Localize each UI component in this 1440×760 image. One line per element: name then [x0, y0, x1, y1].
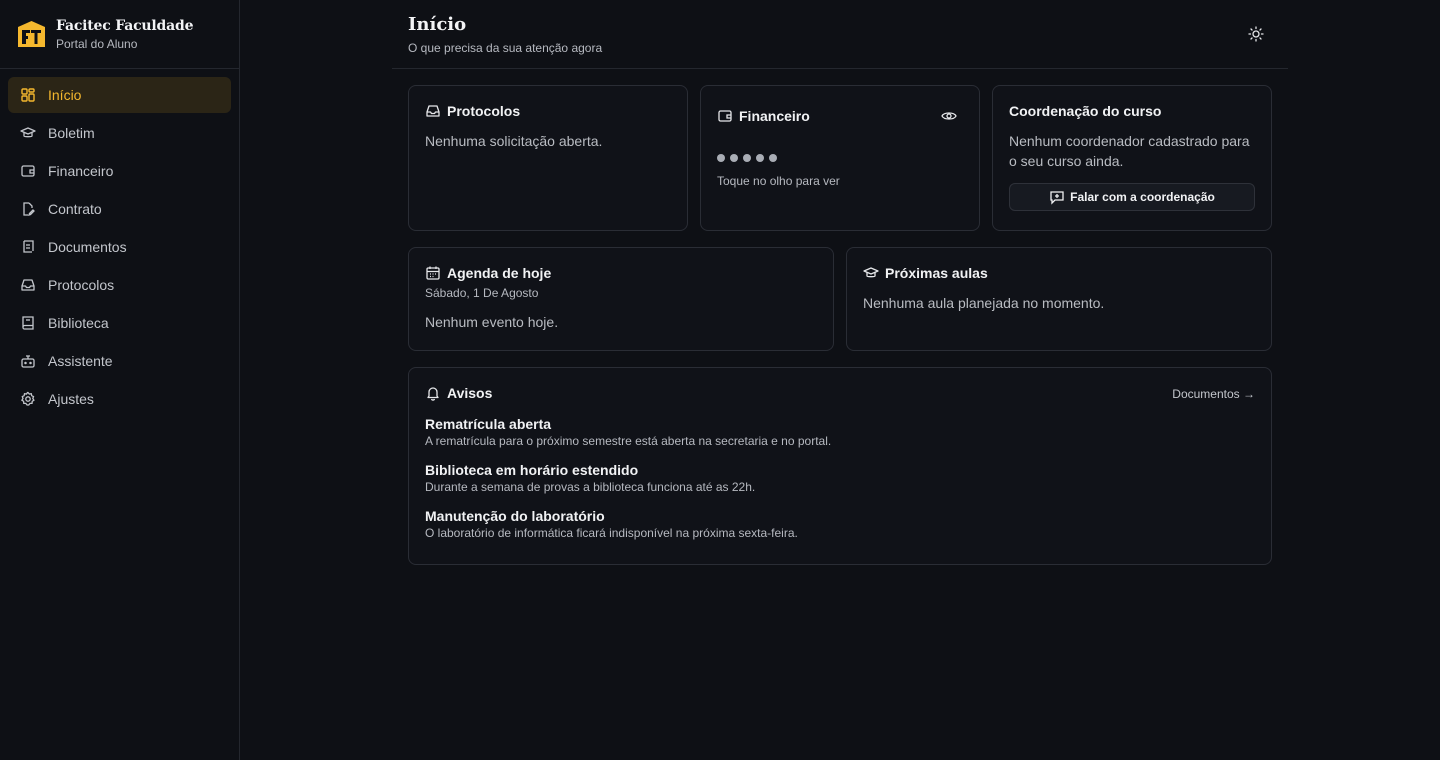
sun-icon — [1248, 26, 1264, 42]
eye-icon — [941, 108, 957, 124]
sidebar-item-label: Contrato — [48, 201, 102, 217]
contact-coordination-button[interactable]: Falar com a coordenação — [1009, 183, 1255, 211]
financeiro-card[interactable]: Financeiro Toque no olho para ver — [700, 85, 980, 231]
aviso-title: Rematrícula aberta — [425, 416, 552, 432]
graduation-cap-icon — [20, 125, 36, 141]
aviso-title: Biblioteca em horário estendido — [425, 462, 639, 478]
sidebar: Facitec Faculdade Portal do Aluno Início… — [0, 0, 240, 760]
protocolos-card[interactable]: Protocolos Nenhuma solicitação aberta. — [408, 85, 688, 231]
scroll-icon — [20, 239, 36, 255]
button-label: Falar com a coordenação — [1070, 190, 1215, 204]
brand[interactable]: Facitec Faculdade Portal do Aluno — [0, 0, 239, 69]
sidebar-item-protocolos[interactable]: Protocolos — [8, 267, 231, 303]
mask-dot — [756, 154, 764, 162]
mask-dot — [769, 154, 777, 162]
theme-toggle-button[interactable] — [1246, 24, 1266, 44]
sidebar-item-label: Boletim — [48, 125, 95, 141]
masked-balance — [717, 154, 963, 162]
inbox-icon — [20, 277, 36, 293]
aviso-item[interactable]: Biblioteca em horário estendido Durante … — [425, 462, 1255, 494]
bot-icon — [20, 353, 36, 369]
proximas-aulas-card[interactable]: Próximas aulas Nenhuma aula planejada no… — [846, 247, 1272, 351]
aviso-text: Durante a semana de provas a biblioteca … — [425, 480, 756, 494]
sidebar-item-label: Financeiro — [48, 163, 114, 179]
card-text: Nenhum coordenador cadastrado para o seu… — [1009, 133, 1250, 169]
aviso-item[interactable]: Rematrícula aberta A rematrícula para o … — [425, 416, 1255, 448]
wallet-icon — [20, 163, 36, 179]
aviso-text: O laboratório de informática ficará indi… — [425, 526, 798, 540]
aviso-item[interactable]: Manutenção do laboratório O laboratório … — [425, 508, 1255, 540]
sidebar-item-contrato[interactable]: Contrato — [8, 191, 231, 227]
graduation-cap-icon — [863, 265, 879, 281]
sidebar-item-label: Início — [48, 87, 82, 103]
sidebar-nav: Início Boletim Financeiro Contrato Docum… — [0, 69, 239, 427]
card-title: Financeiro — [739, 108, 810, 124]
card-hint: Toque no olho para ver — [717, 174, 840, 188]
sidebar-item-ajustes[interactable]: Ajustes — [8, 381, 231, 417]
mask-dot — [730, 154, 738, 162]
avisos-card: Avisos Documentos → Rematrícula aberta A… — [408, 367, 1272, 565]
card-title: Próximas aulas — [885, 265, 988, 281]
sidebar-item-inicio[interactable]: Início — [8, 77, 231, 113]
sidebar-item-label: Protocolos — [48, 277, 115, 293]
eye-toggle-button[interactable] — [941, 108, 957, 124]
agenda-card[interactable]: Agenda de hoje Sábado, 1 De Agosto Nenhu… — [408, 247, 834, 351]
card-title: Protocolos — [447, 103, 521, 119]
card-text: Nenhum evento hoje. — [425, 314, 559, 330]
page-subtitle: O que precisa da sua atenção agora — [408, 41, 603, 55]
card-title: Agenda de hoje — [447, 265, 552, 281]
sidebar-item-label: Ajustes — [48, 391, 94, 407]
page-title: Início — [408, 14, 467, 35]
sidebar-item-label: Assistente — [48, 353, 113, 369]
message-plus-icon — [1049, 189, 1065, 205]
page-header: Início O que precisa da sua atenção agor… — [392, 0, 1288, 69]
aviso-text: A rematrícula para o próximo semestre es… — [425, 434, 832, 448]
mask-dot — [717, 154, 725, 162]
gear-icon — [20, 391, 36, 407]
file-pen-icon — [20, 201, 36, 217]
card-title: Coordenação do curso — [1009, 103, 1162, 119]
mask-dot — [743, 154, 751, 162]
sidebar-item-label: Documentos — [48, 239, 127, 255]
wallet-icon — [717, 108, 733, 124]
brand-subtitle: Portal do Aluno — [56, 36, 138, 51]
card-text: Nenhuma aula planejada no momento. — [863, 295, 1105, 311]
sidebar-item-label: Biblioteca — [48, 315, 109, 331]
sidebar-item-financeiro[interactable]: Financeiro — [8, 153, 231, 189]
main-content: Início O que precisa da sua atenção agor… — [392, 0, 1288, 565]
sidebar-item-assistente[interactable]: Assistente — [8, 343, 231, 379]
aviso-title: Manutenção do laboratório — [425, 508, 605, 524]
coordenacao-card: Coordenação do curso Nenhum coordenador … — [992, 85, 1272, 231]
agenda-date: Sábado, 1 De Agosto — [425, 286, 539, 300]
inbox-icon — [425, 103, 441, 119]
brand-name: Facitec Faculdade — [56, 17, 194, 34]
bell-icon — [425, 385, 441, 401]
card-title: Avisos — [447, 385, 493, 401]
grid-icon — [20, 87, 36, 103]
avisos-list: Rematrícula aberta A rematrícula para o … — [425, 416, 1255, 540]
logo-icon — [15, 18, 48, 51]
card-text: Nenhuma solicitação aberta. — [425, 133, 603, 149]
sidebar-item-boletim[interactable]: Boletim — [8, 115, 231, 151]
sidebar-item-biblioteca[interactable]: Biblioteca — [8, 305, 231, 341]
documentos-link[interactable]: Documentos → — [1172, 387, 1255, 401]
sidebar-item-documentos[interactable]: Documentos — [8, 229, 231, 265]
book-icon — [20, 315, 36, 331]
calendar-icon — [425, 265, 441, 281]
